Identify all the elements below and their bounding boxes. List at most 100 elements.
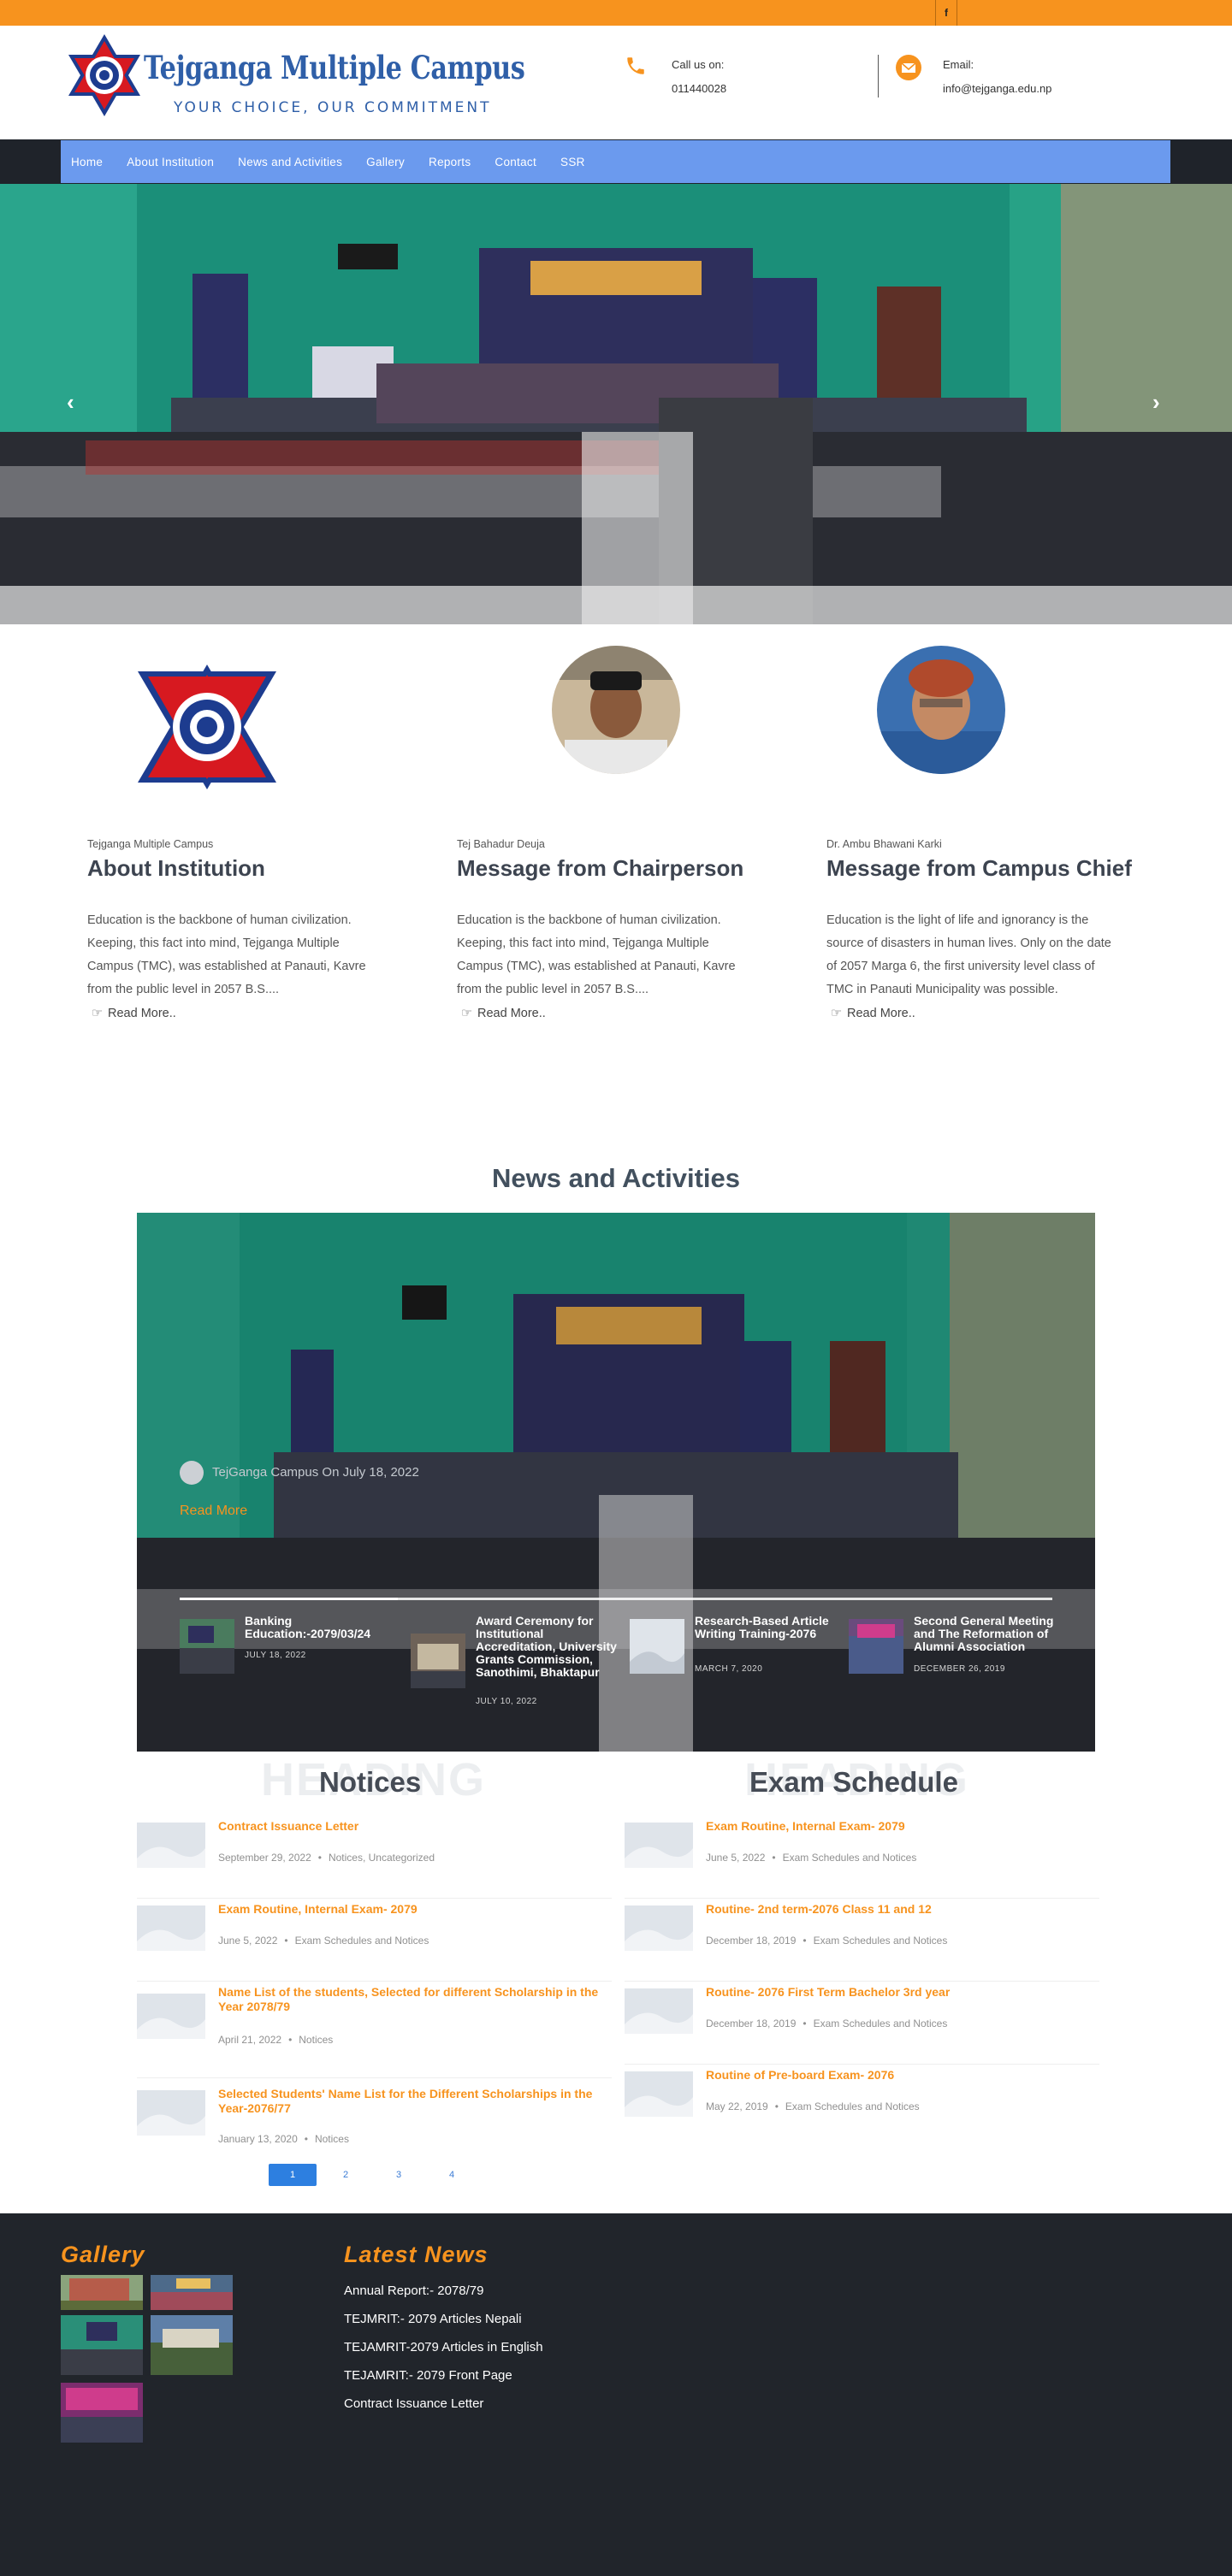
news-section-title: News and Activities: [491, 1163, 740, 1193]
chevron-left-icon[interactable]: ‹: [67, 389, 74, 416]
institution-logo: [138, 665, 276, 789]
image-placeholder-icon: [625, 1905, 693, 1951]
image-placeholder-icon: [137, 1905, 205, 1951]
news-item-title: Second General Meeting and The Reformati…: [914, 1614, 1054, 1653]
exams-title: Exam Schedule: [749, 1766, 958, 1798]
exam-meta: May 22, 2019 • Exam Schedules and Notices: [706, 2100, 920, 2112]
latest-news-link[interactable]: Contract Issuance Letter: [344, 2396, 483, 2411]
latest-news-link[interactable]: TEJAMRIT-2079 Articles in English: [344, 2340, 543, 2354]
gallery-thumb[interactable]: [61, 2275, 143, 2310]
nav-news-and-activities[interactable]: News and Activities: [238, 156, 342, 168]
intro-text: Education is the light of life and ignor…: [826, 913, 1111, 996]
top-bar: f: [0, 0, 1232, 26]
hand-pointer-icon: ☞: [461, 1007, 472, 1020]
nav-reports[interactable]: Reports: [429, 156, 471, 168]
page-link[interactable]: 1: [269, 2164, 317, 2186]
image-placeholder-icon: [137, 1994, 205, 2039]
news-item[interactable]: Banking Education:-2079/03/24 JULY 18, 2…: [180, 1615, 394, 1726]
read-more-link[interactable]: ☞ Read More..: [92, 1007, 176, 1020]
notice-item[interactable]: Exam Routine, Internal Exam- 2079 June 5…: [137, 1899, 612, 1982]
news-item-date: JULY 18, 2022: [245, 1651, 306, 1660]
nav-home[interactable]: Home: [71, 156, 103, 168]
intro-subtitle: Tej Bahadur Deuja: [457, 838, 545, 850]
news-read-more[interactable]: Read More: [180, 1504, 247, 1519]
chevron-right-icon[interactable]: ›: [1152, 389, 1160, 416]
intro-heading[interactable]: Message from Chairperson: [457, 855, 743, 882]
news-thumb: [411, 1634, 465, 1688]
image-placeholder-icon: [137, 2090, 205, 2136]
notice-title: Exam Routine, Internal Exam- 2079: [218, 1902, 418, 1916]
exam-meta: June 5, 2022 • Exam Schedules and Notices: [706, 1852, 917, 1864]
hand-pointer-icon: ☞: [831, 1007, 842, 1020]
latest-news-link[interactable]: Annual Report:- 2078/79: [344, 2284, 483, 2298]
exam-title: Routine of Pre-board Exam- 2076: [706, 2068, 895, 2082]
email-address[interactable]: info@tejganga.edu.np: [943, 82, 1051, 95]
intro-text: Education is the backbone of human civil…: [87, 913, 366, 996]
gallery-title: Gallery: [61, 2242, 145, 2267]
read-more-link[interactable]: ☞ Read More..: [461, 1007, 546, 1020]
gallery-thumb[interactable]: [151, 2275, 233, 2310]
news-meta: TejGanga Campus On July 18, 2022: [180, 1461, 419, 1485]
news-item-date: DECEMBER 26, 2019: [914, 1664, 1005, 1674]
notice-item[interactable]: Name List of the students, Selected for …: [137, 1982, 612, 2078]
college-emblem-icon[interactable]: [67, 32, 142, 118]
notice-meta: January 13, 2020 • Notices: [218, 2133, 349, 2145]
phone-label: Call us on:: [672, 58, 725, 71]
exam-item[interactable]: Routine- 2076 First Term Bachelor 3rd ye…: [625, 1982, 1099, 2065]
exam-title: Routine- 2076 First Term Bachelor 3rd ye…: [706, 1985, 951, 1999]
notice-title: Name List of the students, Selected for …: [218, 1985, 599, 2013]
news-item-title: Banking Education:-2079/03/24: [245, 1614, 371, 1640]
image-placeholder-icon: [625, 1988, 693, 2034]
exam-item[interactable]: Routine of Pre-board Exam- 2076 May 22, …: [625, 2065, 1099, 2148]
exam-item[interactable]: Routine- 2nd term-2076 Class 11 and 12 D…: [625, 1899, 1099, 1982]
intro-subtitle: Dr. Ambu Bhawani Karki: [826, 838, 942, 850]
exam-item[interactable]: Exam Routine, Internal Exam- 2079 June 5…: [625, 1816, 1099, 1899]
news-item[interactable]: Award Ceremony for Institutional Accredi…: [411, 1615, 625, 1726]
read-more-link[interactable]: ☞ Read More..: [831, 1007, 915, 1020]
chairperson-photo: [552, 646, 680, 774]
notices-title: Notices: [319, 1766, 422, 1798]
exam-title: Routine- 2nd term-2076 Class 11 and 12: [706, 1902, 932, 1916]
nav-about-institution[interactable]: About Institution: [127, 156, 214, 168]
latest-news-title: Latest News: [344, 2242, 489, 2267]
news-item[interactable]: Second General Meeting and The Reformati…: [849, 1615, 1063, 1726]
facebook-icon[interactable]: f: [935, 0, 957, 26]
site-title[interactable]: Tejganga Multiple Campus: [144, 49, 525, 86]
page-link[interactable]: 2: [322, 2164, 370, 2186]
page-link[interactable]: 4: [428, 2164, 476, 2186]
intro-subtitle: Tejganga Multiple Campus: [87, 838, 214, 850]
news-item[interactable]: Research-Based Article Writing Training-…: [630, 1615, 844, 1726]
gallery-thumb[interactable]: [151, 2315, 233, 2375]
image-placeholder-icon: [625, 2071, 693, 2117]
news-item-date: MARCH 7, 2020: [695, 1664, 763, 1674]
news-item-title: Award Ceremony for Institutional Accredi…: [476, 1614, 617, 1679]
nav-contact[interactable]: Contact: [495, 156, 536, 168]
page-link[interactable]: 3: [375, 2164, 423, 2186]
latest-news-link[interactable]: TEJAMRIT:- 2079 Front Page: [344, 2368, 512, 2383]
gallery-thumb[interactable]: [61, 2383, 143, 2443]
latest-news-link[interactable]: TEJMRIT:- 2079 Articles Nepali: [344, 2312, 522, 2326]
news-progress-track: [180, 1598, 1052, 1600]
notice-item[interactable]: Selected Students' Name List for the Dif…: [137, 2078, 612, 2161]
news-thumb: [849, 1619, 903, 1674]
campus-chief-photo: [877, 646, 1005, 774]
site-footer: Gallery Latest News Annual Report:- 2078…: [0, 2213, 1232, 2576]
phone-number[interactable]: 011440028: [672, 82, 726, 95]
header-divider: [878, 55, 879, 97]
phone-icon: [627, 57, 644, 74]
intro-heading[interactable]: Message from Campus Chief: [826, 855, 1132, 882]
exam-meta: December 18, 2019 • Exam Schedules and Not…: [706, 1935, 948, 1947]
notice-item[interactable]: Contract Issuance Letter September 29, 2…: [137, 1816, 612, 1899]
nav-gallery[interactable]: Gallery: [366, 156, 405, 168]
hero-slider[interactable]: ‹ ›: [0, 184, 1232, 624]
image-placeholder-icon: [137, 1823, 205, 1868]
news-thumb: [630, 1619, 684, 1674]
news-thumb: [180, 1619, 234, 1674]
image-placeholder-icon: [625, 1823, 693, 1868]
nav-ssr[interactable]: SSR: [560, 156, 585, 168]
notice-title: Contract Issuance Letter: [218, 1819, 359, 1833]
intro-heading[interactable]: About Institution: [87, 855, 265, 882]
gallery-thumb[interactable]: [61, 2315, 143, 2375]
news-item-title: Research-Based Article Writing Training-…: [695, 1614, 829, 1640]
news-slider[interactable]: TejGanga Campus On July 18, 2022 Read Mo…: [137, 1213, 1095, 1752]
